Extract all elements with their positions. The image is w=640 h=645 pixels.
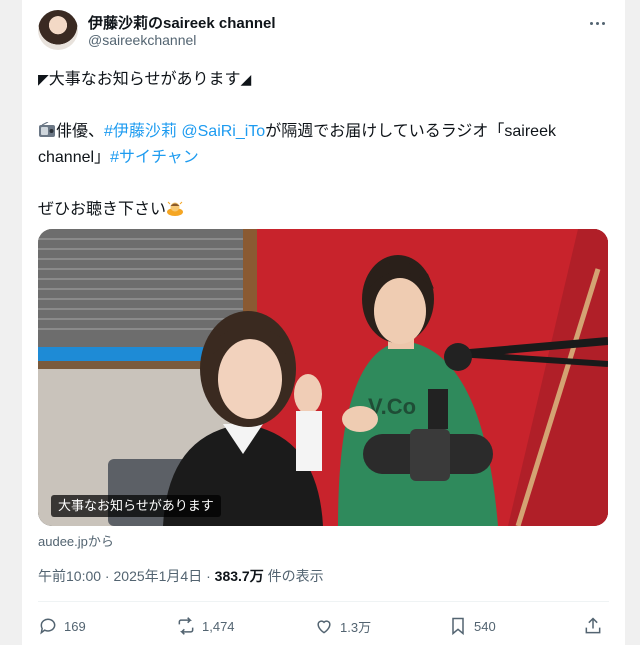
radio-emoji-icon: [39, 122, 55, 137]
corner-triangle-left-icon: ◤: [38, 71, 49, 87]
photo-image: V.Co: [38, 229, 608, 526]
like-count: 1.3万: [340, 619, 372, 635]
media-photo[interactable]: V.Co 大事なお知らせがあります: [38, 229, 608, 526]
display-name[interactable]: 伊藤沙莉のsaireek channel: [88, 12, 276, 33]
text-line-3: channel」#サイチャン: [38, 145, 613, 171]
text-fragment: が隔週でお届けしているラジオ「saireek: [265, 123, 556, 140]
text-line-1: ◤大事なお知らせがあります◢: [38, 66, 613, 93]
source-link[interactable]: audee.jpから: [38, 531, 114, 550]
announcement-text: 大事なお知らせがあります: [48, 71, 241, 88]
tweet-header: 伊藤沙莉のsaireek channel @saireekchannel: [38, 10, 609, 54]
view-count: 383.7万: [214, 568, 264, 584]
bookmark-button[interactable]: 540: [448, 612, 496, 640]
corner-triangle-right-icon: ◢: [240, 71, 252, 87]
reply-icon: [40, 618, 56, 635]
repost-count: 1,474: [202, 618, 235, 634]
hashtag-saichan[interactable]: #サイチャン: [110, 149, 199, 166]
tweet-card: 伊藤沙莉のsaireek channel @saireekchannel ◤大事…: [22, 0, 625, 645]
bowing-person-emoji-icon: [167, 201, 184, 216]
reply-button[interactable]: 169: [38, 612, 86, 640]
text-fragment: channel」: [38, 149, 111, 166]
media-caption: 大事なお知らせがあります: [51, 495, 221, 517]
meta-separator: ·: [101, 568, 114, 584]
tweet-meta: 午前10:00 · 2025年1月4日 · 383.7万 件の表示: [38, 566, 324, 586]
reply-count: 169: [64, 618, 86, 634]
repost-icon: [178, 617, 194, 635]
like-button[interactable]: 1.3万: [314, 612, 371, 640]
text-line-4: ぜひお聴き下さい: [38, 197, 613, 223]
post-date[interactable]: 2025年1月4日: [114, 568, 203, 584]
share-icon: [585, 617, 601, 634]
bookmark-count: 540: [474, 618, 496, 634]
share-button[interactable]: [583, 612, 603, 640]
divider: [38, 601, 609, 602]
bookmark-icon: [452, 617, 464, 636]
action-bar: 169 1,474 1.3万 540: [38, 612, 613, 640]
meta-separator: ·: [202, 568, 215, 584]
view-count-label: 件の表示: [263, 568, 324, 584]
text-fragment: 俳優、: [56, 123, 105, 140]
hashtag-ito-sairi[interactable]: #伊藤沙莉: [104, 123, 177, 140]
more-dots-icon[interactable]: [585, 14, 609, 32]
user-handle[interactable]: @saireekchannel: [88, 32, 196, 48]
repost-button[interactable]: 1,474: [176, 612, 235, 640]
text-line-2: 俳優、#伊藤沙莉 @SaiRi_iToが隔週でお届けしているラジオ「sairee…: [38, 119, 613, 145]
post-time[interactable]: 午前10:00: [38, 568, 101, 584]
mention-sairi-ito[interactable]: @SaiRi_iTo: [181, 123, 265, 140]
avatar[interactable]: [38, 10, 78, 50]
heart-icon: [317, 620, 331, 634]
text-fragment: ぜひお聴き下さい: [38, 201, 167, 218]
tweet-text: ◤大事なお知らせがあります◢ 俳優、#伊藤沙莉 @SaiRi_iToが隔週でお届…: [38, 66, 613, 223]
